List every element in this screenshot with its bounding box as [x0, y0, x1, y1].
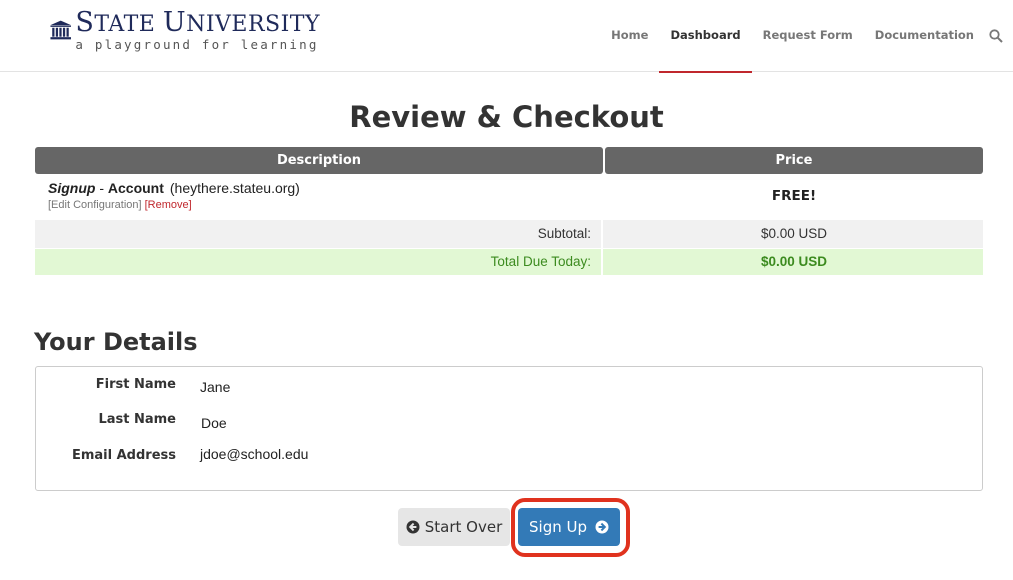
- product-line: Signup - Account (heythere.stateu.org): [48, 180, 590, 196]
- logo-title: STATE UNIVERSITY: [75, 7, 320, 38]
- item-actions: [Edit Configuration] [Remove]: [48, 199, 590, 211]
- last-name-value: Doe: [201, 415, 227, 431]
- cart-item-row: Signup - Account (heythere.stateu.org) [E…: [35, 174, 983, 218]
- main-nav: Home Dashboard Request Form Documentatio…: [600, 0, 1003, 73]
- first-name-value: Jane: [200, 379, 231, 395]
- email-label: Email Address: [71, 448, 176, 463]
- logo-tagline: a playground for learning: [75, 37, 319, 52]
- start-over-label: Start Over: [424, 518, 503, 536]
- nav-dashboard[interactable]: Dashboard: [659, 0, 752, 73]
- subtotal-label: Subtotal:: [35, 220, 603, 248]
- email-value: jdoe@school.edu: [200, 446, 309, 462]
- cart-table: Description Price Signup - Account (heyth…: [35, 147, 983, 275]
- details-heading: Your Details: [34, 328, 198, 356]
- logo-text: STATE UNIVERSITY a playground for learni…: [75, 7, 320, 52]
- edit-configuration-link[interactable]: [Edit Configuration]: [48, 199, 142, 211]
- column-header-description: Description: [35, 147, 603, 174]
- search-icon[interactable]: [989, 29, 1003, 43]
- column-header-price: Price: [605, 147, 983, 174]
- last-name-row: Last Name Doe: [36, 412, 982, 432]
- product-name: Account: [107, 180, 164, 196]
- item-price: FREE!: [771, 188, 817, 204]
- total-due-value: $0.00 USD: [760, 254, 828, 269]
- sign-up-button[interactable]: Sign Up: [518, 508, 620, 546]
- cart-header: Description Price: [35, 147, 983, 174]
- total-due-row: Total Due Today: $0.00 USD: [35, 249, 983, 275]
- product-group: Signup: [48, 180, 96, 196]
- arrow-circle-left-icon: [406, 520, 420, 534]
- product-separator: -: [95, 180, 108, 196]
- remove-link[interactable]: [Remove]: [145, 199, 192, 211]
- page-title: Review & Checkout: [349, 100, 664, 134]
- email-row: Email Address jdoe@school.edu: [36, 446, 982, 468]
- total-due-label: Total Due Today:: [35, 249, 603, 275]
- product-domain: (heythere.stateu.org): [169, 180, 300, 196]
- site-header: STATE UNIVERSITY a playground for learni…: [0, 0, 1013, 73]
- details-panel: First Name Jane Last Name Doe Email Addr…: [35, 366, 983, 491]
- nav-documentation[interactable]: Documentation: [864, 0, 985, 72]
- subtotal-value: $0.00 USD: [605, 220, 983, 248]
- nav-home[interactable]: Home: [600, 0, 659, 72]
- item-description: Signup - Account (heythere.stateu.org) [E…: [35, 174, 603, 218]
- first-name-row: First Name Jane: [36, 377, 982, 397]
- first-name-label: First Name: [95, 377, 176, 392]
- nav-request-form[interactable]: Request Form: [752, 0, 864, 72]
- arrow-circle-right-icon: [595, 520, 609, 534]
- start-over-button[interactable]: Start Over: [398, 508, 510, 546]
- last-name-label: Last Name: [98, 412, 176, 427]
- building-columns-icon: [50, 20, 71, 40]
- university-logo[interactable]: STATE UNIVERSITY a playground for learni…: [50, 8, 320, 54]
- sign-up-label: Sign Up: [529, 518, 587, 536]
- subtotal-row: Subtotal: $0.00 USD: [35, 220, 983, 248]
